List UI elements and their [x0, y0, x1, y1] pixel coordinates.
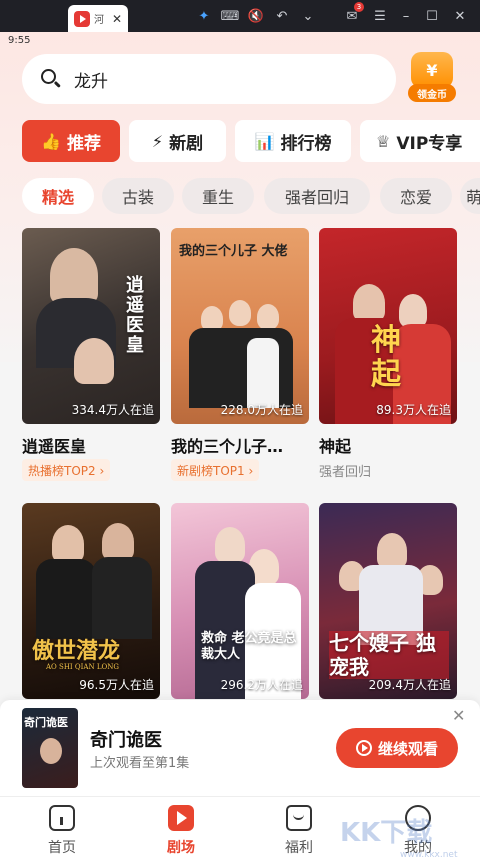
emulator-title-bar: 河 ✕ ✦ ⌨ 🔇 ↶ ⌄ ✉ 3 ☰ – ☐ ✕	[0, 0, 480, 32]
nav-label: 剧场	[167, 840, 195, 856]
views-count: 89.3万人在追	[376, 403, 451, 417]
chevron-down-icon[interactable]: ⌄	[298, 6, 318, 26]
nav-theater[interactable]: 剧场	[141, 805, 221, 857]
nav-label: 福利	[285, 840, 313, 856]
search-input[interactable]: 龙升	[22, 54, 396, 104]
chip-return[interactable]: 强者回归	[264, 178, 370, 214]
close-icon[interactable]: ✕	[452, 706, 465, 725]
drama-title[interactable]: 逍遥医皇	[22, 433, 160, 457]
tab-vip[interactable]: ♕ VIP专享	[360, 120, 480, 162]
continue-watching-button[interactable]: 继续观看	[336, 728, 458, 768]
tab-ranking[interactable]: 📊 排行榜	[235, 120, 351, 162]
play-icon	[355, 740, 372, 756]
views-count: 334.4万人在追	[71, 403, 154, 417]
lightning-icon: ⚡	[151, 131, 164, 151]
ranking-tag[interactable]: 新剧榜TOP1 ›	[171, 459, 260, 481]
poster-subtitle: AO SHI QIAN LONG	[46, 663, 119, 671]
emulator-tab[interactable]: 河 ✕	[68, 5, 128, 32]
tab-close-icon[interactable]: ✕	[112, 12, 122, 26]
mail-icon[interactable]: ✉ 3	[342, 2, 364, 26]
thumbnail-title: 奇门诡医	[24, 716, 68, 729]
drama-title[interactable]: 我的三个儿子…	[171, 433, 309, 457]
continue-button-label: 继续观看	[377, 739, 438, 758]
poster-title: 我的三个儿子 大佬	[179, 244, 288, 259]
ranking-tag[interactable]: 热播榜TOP2 ›	[22, 459, 111, 481]
drama-card-poster[interactable]: 神起 89.3万人在追	[319, 228, 457, 424]
chip-rebirth[interactable]: 重生	[182, 178, 254, 214]
views-count: 296.2万人在追	[220, 678, 303, 692]
keyboard-icon[interactable]: ⌨	[220, 6, 240, 26]
drama-card-poster[interactable]: 逍遥医皇 334.4万人在追	[22, 228, 160, 424]
continue-title: 奇门诡医	[90, 730, 162, 751]
tab-label: VIP专享	[396, 133, 463, 154]
maximize-icon[interactable]: ☐	[422, 6, 442, 26]
chip-romance[interactable]: 恋爱	[380, 178, 452, 214]
bar-chart-icon: 📊	[254, 131, 275, 151]
undo-icon[interactable]: ↶	[272, 6, 292, 26]
chip-featured[interactable]: 精选	[22, 178, 94, 214]
nav-welfare[interactable]: 福利	[259, 805, 339, 857]
watermark-url: www.kkx.net	[400, 850, 458, 860]
mute-icon[interactable]: 🔇	[246, 6, 266, 26]
bag-icon	[286, 805, 312, 831]
poster-title: 逍遥医皇	[126, 275, 144, 356]
search-icon	[40, 68, 62, 90]
minimize-icon[interactable]: –	[396, 6, 416, 26]
nav-home[interactable]: 首页	[22, 805, 102, 857]
tab-recommend[interactable]: 👍 推荐	[22, 120, 120, 162]
gold-coin-button[interactable]: ¥ 领金币	[406, 52, 458, 104]
tab-label: 推荐	[66, 133, 101, 154]
views-count: 96.5万人在追	[79, 678, 154, 692]
home-icon	[49, 805, 75, 831]
poster-title: 神起	[371, 323, 401, 392]
chip-costume[interactable]: 古装	[102, 178, 174, 214]
crown-icon: ♕	[376, 131, 391, 151]
play-square-icon	[168, 805, 194, 831]
watermark: KK下载	[340, 818, 433, 848]
drama-card-poster[interactable]: 七个嫂子 独宠我 209.4万人在追	[319, 503, 457, 699]
app-icon	[74, 10, 90, 27]
thumbs-up-icon: 👍	[41, 131, 61, 151]
drama-genre: 强者回归	[319, 465, 372, 480]
coin-icon: ¥	[411, 52, 453, 88]
views-count: 209.4万人在追	[368, 678, 451, 692]
gold-coin-label: 领金币	[408, 84, 456, 102]
poster-title: 傲世潜龙	[32, 638, 121, 664]
mail-badge: 3	[354, 2, 364, 12]
tab-title: 河	[94, 15, 104, 26]
bird-icon[interactable]: ✦	[194, 6, 214, 26]
poster-title: 七个嫂子 独宠我	[329, 631, 449, 679]
tab-label: 排行榜	[280, 133, 332, 154]
poster-title: 救命 老公竟是总裁大人	[201, 631, 297, 662]
search-query: 龙升	[74, 71, 108, 92]
views-count: 228.0万人在追	[220, 403, 303, 417]
status-time: 9:55	[8, 35, 31, 46]
close-icon[interactable]: ✕	[450, 6, 470, 26]
drama-card-poster[interactable]: 傲世潜龙 AO SHI QIAN LONG 96.5万人在追	[22, 503, 160, 699]
continue-thumbnail[interactable]: 奇门诡医	[22, 708, 78, 788]
drama-card-poster[interactable]: 救命 老公竟是总裁大人 296.2万人在追	[171, 503, 309, 699]
continue-subtitle: 上次观看至第1集	[90, 756, 190, 771]
tab-new[interactable]: ⚡ 新剧	[129, 120, 226, 162]
tab-label: 新剧	[169, 133, 204, 154]
nav-label: 首页	[48, 840, 76, 856]
drama-card-poster[interactable]: 我的三个儿子 大佬 228.0万人在追	[171, 228, 309, 424]
menu-icon[interactable]: ☰	[370, 6, 390, 26]
drama-title[interactable]: 神起	[319, 433, 457, 457]
